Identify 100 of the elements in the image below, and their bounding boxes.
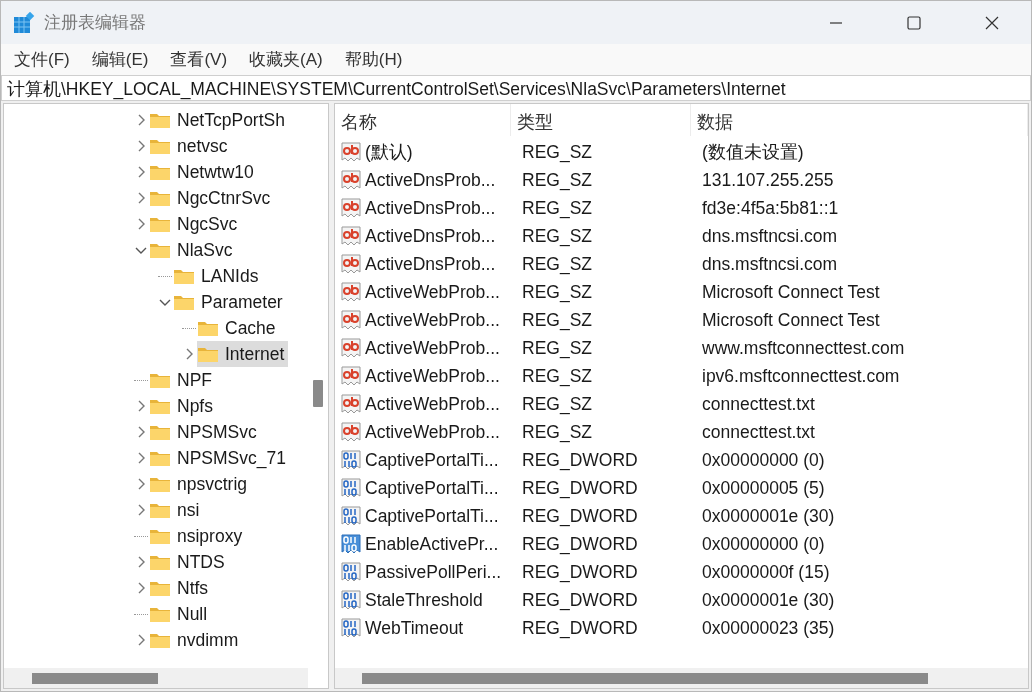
value-name: CaptivePortalTi... (365, 505, 499, 527)
tree-item[interactable]: NlaSvc (149, 237, 237, 263)
tree-item[interactable]: Ntfs (149, 575, 213, 601)
value-data: 0x00000005 (5) (701, 477, 826, 499)
folder-icon (149, 163, 171, 181)
tree-item[interactable]: NPF (149, 367, 216, 393)
value-name: ActiveWebProb... (365, 309, 500, 331)
folder-icon (149, 579, 171, 597)
value-name: CaptivePortalTi... (365, 477, 499, 499)
value-data: 0x00000000 (0) (701, 533, 826, 555)
value-data: (数值未设置) (701, 141, 805, 164)
folder-icon (197, 345, 219, 363)
tree-item[interactable]: NgcSvc (149, 211, 242, 237)
value-type: REG_SZ (521, 141, 594, 163)
folder-icon (149, 397, 171, 415)
tree-item[interactable]: NetTcpPortSh (149, 107, 289, 133)
value-name: WebTimeout (365, 617, 464, 639)
column-header[interactable]: 类型 (511, 104, 691, 136)
folder-icon (149, 475, 171, 493)
folder-icon (149, 215, 171, 233)
tree-item[interactable]: NTDS (149, 549, 229, 575)
menu-item[interactable]: 帮助(H) (335, 45, 412, 74)
value-data: connecttest.txt (701, 393, 816, 415)
tree-item[interactable]: nvdimm (149, 627, 243, 653)
folder-icon (149, 189, 171, 207)
folder-icon (173, 267, 195, 285)
value-type: REG_DWORD (521, 589, 639, 611)
tree-item[interactable]: Null (149, 601, 212, 627)
menu-item[interactable]: 编辑(E) (82, 45, 158, 74)
value-name: PassivePollPeri... (365, 561, 502, 583)
folder-icon (197, 319, 219, 337)
value-type: REG_SZ (521, 421, 594, 443)
value-type: REG_SZ (521, 309, 594, 331)
folder-icon (149, 631, 171, 649)
tree-item[interactable]: Cache (197, 315, 280, 341)
value-type: REG_SZ (521, 197, 594, 219)
value-name: (默认) (365, 141, 413, 164)
value-data: Microsoft Connect Test (701, 309, 881, 331)
scrollbar-thumb[interactable] (32, 672, 158, 684)
tree-item[interactable]: npsvctrig (149, 471, 252, 497)
folder-icon (149, 605, 171, 623)
menu-item[interactable]: 查看(V) (161, 45, 237, 74)
folder-icon (149, 371, 171, 389)
value-type: REG_DWORD (521, 533, 639, 555)
value-data: 131.107.255.255 (701, 169, 835, 191)
folder-icon (149, 553, 171, 571)
tree-item[interactable]: NgcCtnrSvc (149, 185, 275, 211)
tree-item[interactable]: Internet (197, 341, 289, 367)
value-type: REG_SZ (521, 253, 594, 275)
tree-item[interactable]: Parameter (173, 289, 287, 315)
scrollbar-thumb[interactable] (313, 380, 323, 407)
folder-icon (149, 241, 171, 259)
tree-item[interactable]: NPSMSvc (149, 419, 261, 445)
menu-item[interactable]: 文件(F) (5, 45, 79, 74)
address-field[interactable]: 计算机\HKEY_LOCAL_MACHINE\SYSTEM\CurrentControlSet\Services\NlaSvc\Parameters\Internet (1, 75, 1031, 101)
value-name: ActiveDnsProb... (365, 225, 496, 247)
value-type: REG_DWORD (521, 561, 639, 583)
value-type: REG_DWORD (521, 617, 639, 639)
value-type: REG_SZ (521, 225, 594, 247)
value-data: 0x0000001e (30) (701, 505, 836, 527)
value-name: StaleThreshold (365, 589, 483, 611)
value-type: REG_SZ (521, 169, 594, 191)
tree-item[interactable]: Netwtw10 (149, 159, 258, 185)
folder-icon (149, 111, 171, 129)
tree-item[interactable]: LANIds (173, 263, 263, 289)
tree-item[interactable]: NPSMSvc_71 (149, 445, 290, 471)
value-type: REG_DWORD (521, 449, 639, 471)
value-name: EnableActivePr... (365, 533, 499, 555)
tree-item[interactable]: netvsc (149, 133, 232, 159)
value-name: ActiveWebProb... (365, 365, 500, 387)
folder-icon (149, 501, 171, 519)
value-name: ActiveDnsProb... (365, 169, 496, 191)
menu-item[interactable]: 收藏夹(A) (240, 45, 332, 74)
value-name: ActiveWebProb... (365, 393, 500, 415)
tree-item[interactable]: nsi (149, 497, 204, 523)
value-name: CaptivePortalTi... (365, 449, 499, 471)
value-name: ActiveWebProb... (365, 281, 500, 303)
value-name: ActiveDnsProb... (365, 253, 496, 275)
value-data: dns.msftncsi.com (701, 225, 839, 247)
value-data: 0x0000000f (15) (701, 561, 831, 583)
window-title: 注册表编辑器 (44, 12, 146, 34)
folder-icon (149, 423, 171, 441)
value-name: ActiveDnsProb... (365, 197, 496, 219)
value-data: 0x00000000 (0) (701, 449, 826, 471)
value-type: REG_SZ (521, 281, 594, 303)
value-type: REG_SZ (521, 337, 594, 359)
value-type: REG_DWORD (521, 505, 639, 527)
folder-icon (149, 137, 171, 155)
value-name: ActiveWebProb... (365, 337, 500, 359)
tree-item[interactable]: Npfs (149, 393, 217, 419)
value-data: fd3e:4f5a:5b81::1 (701, 197, 840, 219)
folder-icon (173, 293, 195, 311)
tree-item[interactable]: nsiproxy (149, 523, 247, 549)
value-type: REG_SZ (521, 393, 594, 415)
column-header[interactable]: 名称 (335, 104, 511, 136)
scrollbar-thumb[interactable] (362, 672, 928, 684)
column-header[interactable]: 数据 (691, 104, 1028, 136)
folder-icon (149, 527, 171, 545)
value-data: connecttest.txt (701, 421, 816, 443)
folder-icon (149, 449, 171, 467)
